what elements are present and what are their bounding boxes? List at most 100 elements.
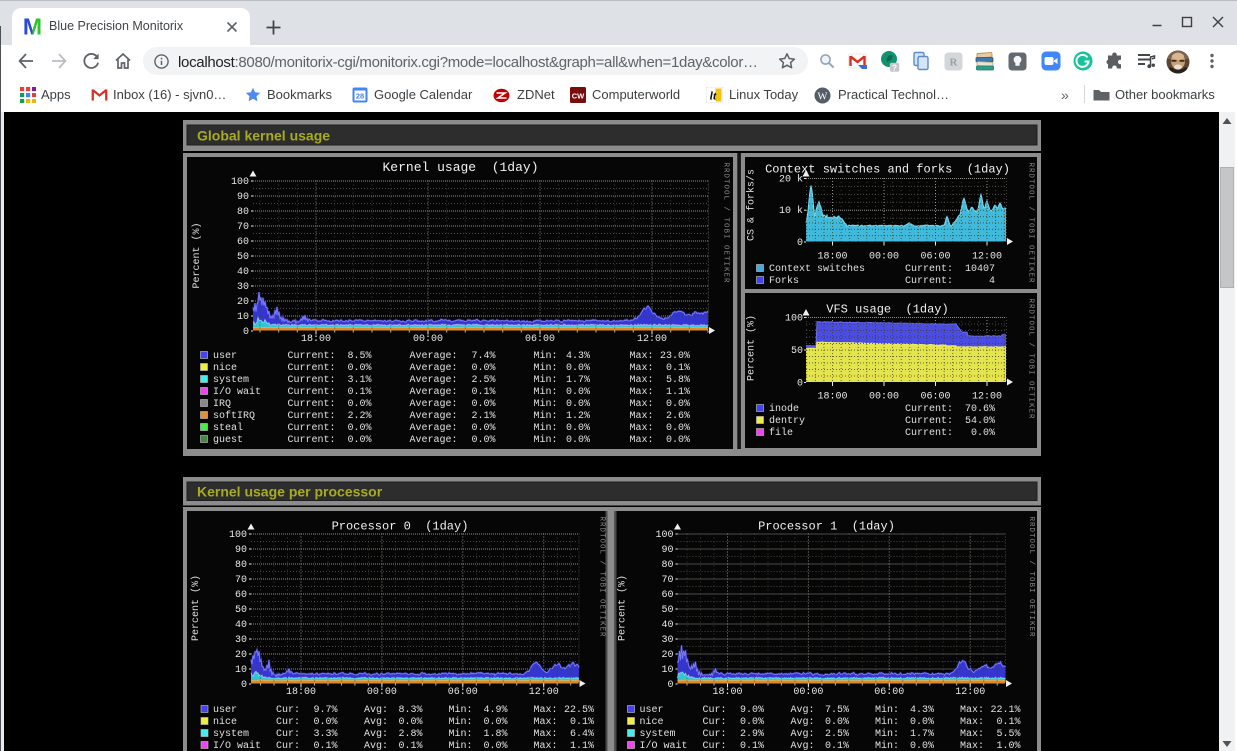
svg-text:8.3%: 8.3% xyxy=(398,705,422,716)
svg-text:Kernel usage per processor: Kernel usage per processor xyxy=(197,484,383,500)
svg-text:Avg:: Avg: xyxy=(364,741,388,751)
svg-text:Max:: Max: xyxy=(630,423,654,434)
svg-text:0.1%: 0.1% xyxy=(740,741,764,751)
svg-text:Max:: Max: xyxy=(960,717,984,728)
svg-text:Average:: Average: xyxy=(410,423,458,434)
svg-text:Avg:: Avg: xyxy=(364,729,388,740)
svg-text:00:00: 00:00 xyxy=(367,687,397,698)
svg-text:90: 90 xyxy=(661,545,673,556)
svg-text:8.5%: 8.5% xyxy=(347,351,371,362)
svg-text:Processor 0 (1day): Processor 0 (1day) xyxy=(332,520,469,534)
svg-text:0: 0 xyxy=(241,680,247,691)
svg-text:Max:: Max: xyxy=(960,705,984,716)
svg-text:R: R xyxy=(950,56,959,68)
svg-text:system: system xyxy=(640,729,676,740)
svg-text:70: 70 xyxy=(235,575,247,586)
svg-text:40: 40 xyxy=(235,620,247,631)
svg-text:Current:: Current: xyxy=(905,276,953,287)
svg-text:12:00: 12:00 xyxy=(972,392,1002,403)
svg-text:0.1%: 0.1% xyxy=(570,717,594,728)
svg-text:nice: nice xyxy=(213,362,237,374)
svg-text:Max:: Max: xyxy=(960,741,984,751)
svg-text:10: 10 xyxy=(661,665,673,676)
svg-text:30: 30 xyxy=(237,282,249,293)
svg-text:7.4%: 7.4% xyxy=(471,351,495,362)
svg-text:Average:: Average: xyxy=(410,387,458,398)
svg-text:2.9%: 2.9% xyxy=(740,729,764,740)
svg-text:steal: steal xyxy=(213,422,243,434)
svg-text:3.1%: 3.1% xyxy=(347,375,371,386)
svg-text:0.0%: 0.0% xyxy=(347,423,371,434)
svg-text:50: 50 xyxy=(237,252,249,263)
svg-text:80: 80 xyxy=(661,560,673,571)
svg-text:Cur:: Cur: xyxy=(276,729,300,740)
svg-text:0.1%: 0.1% xyxy=(471,387,495,398)
svg-text:Percent (%): Percent (%) xyxy=(617,575,629,641)
svg-text:Max:: Max: xyxy=(534,705,558,716)
svg-text:20 k: 20 k xyxy=(779,174,803,186)
svg-text:Min:: Min: xyxy=(449,704,473,716)
svg-text:Average:: Average: xyxy=(410,363,458,374)
svg-text:Global kernel usage: Global kernel usage xyxy=(197,128,330,144)
svg-text:4.9%: 4.9% xyxy=(483,705,507,716)
svg-text:54.0%: 54.0% xyxy=(965,416,995,427)
svg-text:Cur:: Cur: xyxy=(276,741,300,751)
svg-text:Max:: Max: xyxy=(534,729,558,740)
svg-text:Current:: Current: xyxy=(288,435,336,446)
svg-text:0.0%: 0.0% xyxy=(471,423,495,434)
svg-text:00:00: 00:00 xyxy=(793,687,823,698)
svg-text:Percent (%): Percent (%) xyxy=(746,315,758,381)
svg-text:9.0%: 9.0% xyxy=(740,705,764,716)
svg-text:1.7%: 1.7% xyxy=(910,729,934,740)
svg-text:Min:: Min: xyxy=(449,740,473,751)
svg-text:Min:: Min: xyxy=(449,728,473,740)
svg-text:0.0%: 0.0% xyxy=(825,717,849,728)
svg-text:1.7%: 1.7% xyxy=(566,375,590,386)
svg-text:Cur:: Cur: xyxy=(276,705,300,716)
svg-text:0.0%: 0.0% xyxy=(740,717,764,728)
svg-text:0.1%: 0.1% xyxy=(347,387,371,398)
svg-text:Current:: Current: xyxy=(905,404,953,415)
svg-text:CW: CW xyxy=(572,92,585,101)
svg-text:10407: 10407 xyxy=(965,264,995,275)
svg-text:guest: guest xyxy=(213,435,243,446)
svg-text:Min:: Min: xyxy=(875,740,899,751)
svg-text:Average:: Average: xyxy=(410,399,458,410)
svg-text:3.3%: 3.3% xyxy=(313,729,337,740)
svg-text:CS & forks/s: CS & forks/s xyxy=(746,169,758,241)
svg-text:Min:: Min: xyxy=(534,410,558,422)
svg-text:Min:: Min: xyxy=(534,362,558,374)
svg-text:23.0%: 23.0% xyxy=(660,351,690,362)
svg-text:80: 80 xyxy=(235,560,247,571)
svg-text:user: user xyxy=(213,705,237,716)
svg-text:4.3%: 4.3% xyxy=(566,351,590,362)
svg-text:0.1%: 0.1% xyxy=(825,741,849,751)
svg-text:06:00: 06:00 xyxy=(525,334,555,345)
svg-text:5.8%: 5.8% xyxy=(666,375,690,386)
svg-text:Avg:: Avg: xyxy=(791,705,815,716)
svg-text:Current:: Current: xyxy=(288,363,336,374)
svg-text:0.0%: 0.0% xyxy=(566,387,590,398)
svg-text:60: 60 xyxy=(661,590,673,601)
svg-text:0.1%: 0.1% xyxy=(996,717,1020,728)
svg-text:Max:: Max: xyxy=(630,435,654,446)
svg-text:0: 0 xyxy=(797,238,803,249)
svg-text:Max:: Max: xyxy=(630,411,654,422)
svg-text:Current:: Current: xyxy=(905,428,953,439)
svg-text:40: 40 xyxy=(237,267,249,278)
svg-text:20: 20 xyxy=(235,650,247,661)
svg-text:Min:: Min: xyxy=(534,374,558,386)
svg-text:0.0%: 0.0% xyxy=(313,717,337,728)
svg-text:Average:: Average: xyxy=(410,375,458,386)
svg-text:1.1%: 1.1% xyxy=(570,741,594,751)
svg-text:Current:: Current: xyxy=(288,411,336,422)
svg-text:RRDTOOL / TOBI OETIKER: RRDTOOL / TOBI OETIKER xyxy=(1027,298,1035,419)
svg-text:0.0%: 0.0% xyxy=(471,435,495,446)
svg-text:0.0%: 0.0% xyxy=(666,435,690,446)
svg-text:Cur:: Cur: xyxy=(703,705,727,716)
svg-text:system: system xyxy=(213,729,249,740)
svg-text:9.7%: 9.7% xyxy=(313,705,337,716)
svg-text:Average:: Average: xyxy=(410,411,458,422)
svg-text:12:00: 12:00 xyxy=(972,252,1002,263)
svg-text:softIRQ: softIRQ xyxy=(213,410,255,422)
